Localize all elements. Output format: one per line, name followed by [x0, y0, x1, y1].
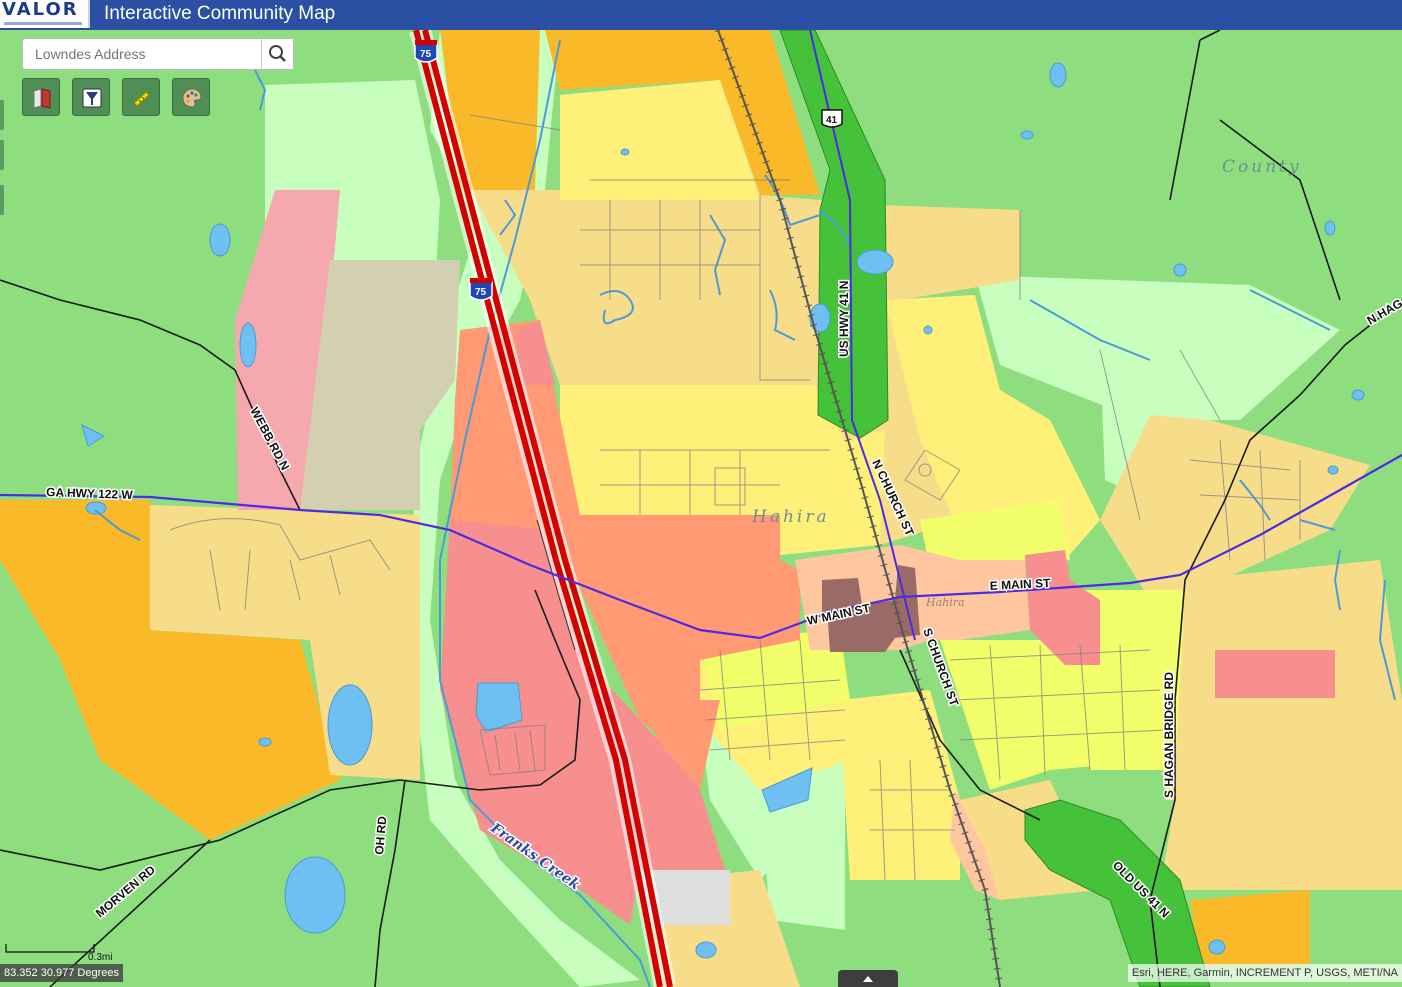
- i75-shield-label: 75: [420, 49, 432, 60]
- app-title: Interactive Community Map: [104, 3, 336, 24]
- i75-shield: 75: [414, 40, 438, 63]
- basemap-palette-icon: [182, 88, 202, 108]
- commercial-zone: [1215, 650, 1335, 698]
- side-panel-tab[interactable]: [0, 100, 4, 130]
- map-canvas[interactable]: County Hahira Hahira GA HWY 122 W WEBB R…: [0, 0, 1402, 987]
- filter-button[interactable]: [72, 78, 110, 116]
- filter-icon: [82, 88, 102, 108]
- scale-label: 0.3mi: [88, 952, 112, 963]
- basemap-button[interactable]: [172, 78, 210, 116]
- county-label: County: [1222, 157, 1302, 177]
- city-label: Hahira: [751, 507, 830, 527]
- i75-shield-label-2: 75: [475, 287, 487, 298]
- valor-logo[interactable]: VALOR: [0, 0, 90, 28]
- scale-bar: 0.3mi: [5, 944, 112, 963]
- coordinate-readout: 83.352 30.977 Degrees: [0, 964, 123, 982]
- address-search-input[interactable]: [23, 39, 263, 69]
- rural-residential-zone: [1190, 890, 1310, 965]
- us41-shield: 41: [821, 109, 843, 128]
- map-attribution: Esri, HERE, Garmin, INCREMENT P, USGS, M…: [1127, 964, 1402, 982]
- logo-tagline-bar: [4, 22, 82, 25]
- logo-text: VALOR: [2, 0, 79, 20]
- i75-shield: 75: [469, 278, 493, 301]
- us41-shield-label: 41: [826, 115, 838, 126]
- search-button[interactable]: [261, 39, 293, 69]
- low-density-residential: [1160, 560, 1402, 890]
- address-search: [22, 38, 294, 70]
- road-label-s-hagan: S HAGAN BRIDGE RD: [1162, 672, 1176, 798]
- city-label-small: Hahira: [925, 596, 965, 609]
- side-panel-tab[interactable]: [0, 140, 4, 170]
- legend-book-icon: [33, 88, 51, 109]
- legend-button[interactable]: [22, 78, 60, 116]
- measure-button[interactable]: [122, 78, 160, 116]
- measure-ruler-icon: [133, 91, 150, 107]
- search-icon: [269, 45, 286, 62]
- bottom-panel-toggle[interactable]: [838, 970, 898, 987]
- app-header: VALOR Interactive Community Map: [0, 0, 1402, 30]
- chevron-up-icon: [863, 976, 873, 982]
- side-panel-tab[interactable]: [0, 185, 4, 215]
- road-label-us41: US HWY 41 N: [837, 281, 851, 357]
